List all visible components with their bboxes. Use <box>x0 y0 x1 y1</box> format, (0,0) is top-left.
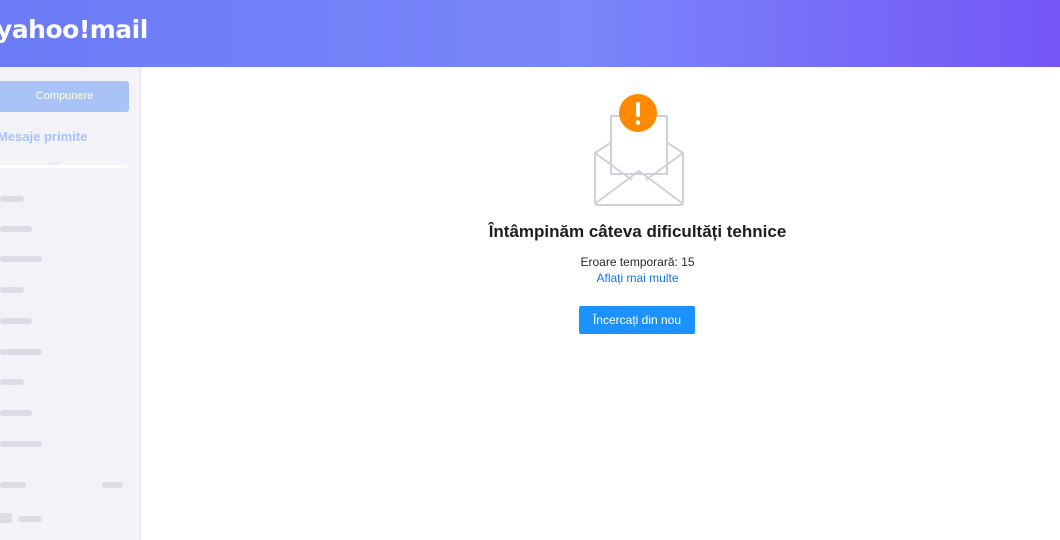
loading-placeholder <box>0 482 26 488</box>
loading-placeholder <box>18 516 42 522</box>
more-folders-button[interactable]: ... <box>48 157 60 167</box>
loading-placeholder <box>0 196 24 202</box>
loading-placeholder <box>0 379 24 385</box>
sidebar-item-inbox[interactable]: Mesaje primite <box>0 129 87 144</box>
yahoo-mail-logo[interactable]: yahoo!mail <box>0 15 148 44</box>
loading-placeholder <box>0 410 32 416</box>
loading-placeholder <box>102 482 123 488</box>
loading-placeholder <box>0 441 42 447</box>
compose-button[interactable]: Compunere <box>0 81 129 112</box>
learn-more-link[interactable]: Aflați mai multe <box>141 271 1060 285</box>
warning-icon <box>619 94 657 132</box>
app-header: yahoo!mail <box>0 0 1060 67</box>
retry-button[interactable]: Încercați din nou <box>579 306 695 334</box>
envelope-illustration <box>594 94 684 206</box>
loading-placeholder <box>0 287 24 293</box>
loading-placeholder <box>0 256 42 262</box>
image-icon <box>0 513 12 523</box>
error-code: Eroare temporară: 15 <box>580 255 695 269</box>
error-title: Întâmpinăm câteva dificultăți tehnice <box>488 222 787 241</box>
sidebar: Compunere Mesaje primite ... <box>0 67 141 540</box>
loading-placeholder <box>0 349 42 355</box>
loading-placeholder <box>0 318 32 324</box>
sidebar-divider <box>0 165 127 168</box>
loading-placeholder <box>0 226 32 232</box>
error-panel: Întâmpinăm câteva dificultăți tehnice Er… <box>141 67 1060 540</box>
